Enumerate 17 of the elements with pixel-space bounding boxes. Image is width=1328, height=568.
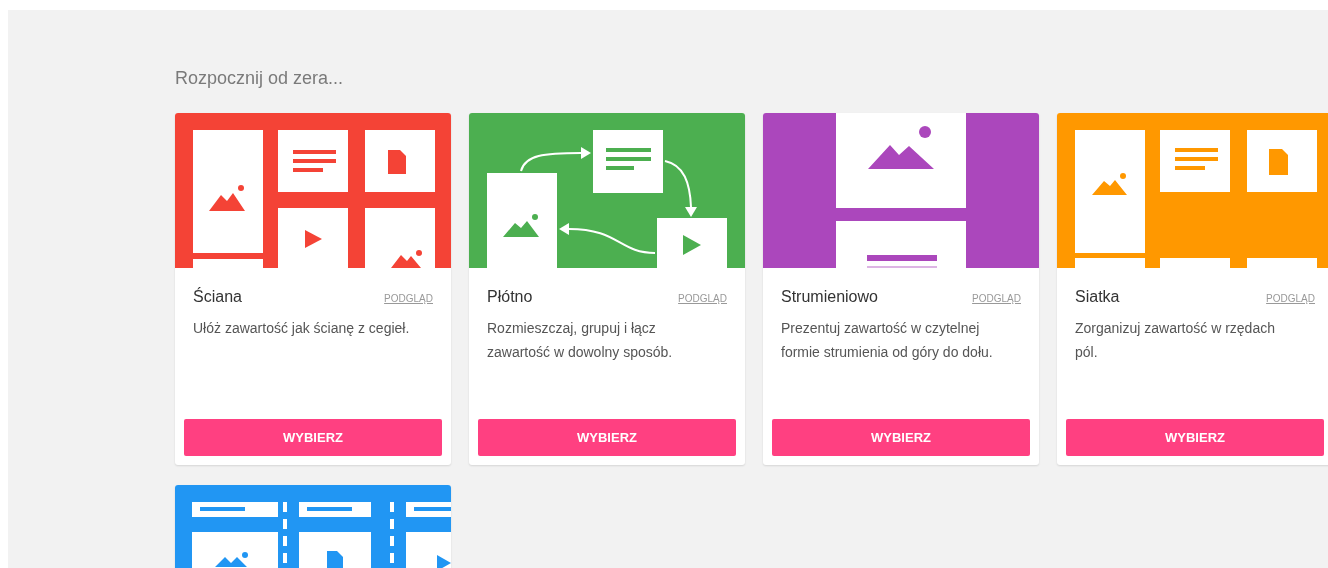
choose-button[interactable]: WYBIERZ	[184, 419, 442, 456]
preview-link[interactable]: PODGLĄD	[1266, 293, 1315, 304]
card-title: Ściana	[193, 288, 242, 306]
choose-button[interactable]: WYBIERZ	[478, 419, 736, 456]
preview-link[interactable]: PODGLĄD	[678, 293, 727, 304]
card-title: Siatka	[1075, 288, 1120, 306]
preview-link[interactable]: PODGLĄD	[972, 293, 1021, 304]
card-description: Ułóż zawartość jak ścianę z cegieł.	[193, 319, 411, 338]
section-heading: Rozpocznij od zera...	[175, 67, 345, 90]
choose-button[interactable]: WYBIERZ	[1066, 419, 1324, 456]
card-title: Płótno	[487, 288, 533, 306]
card-description: Rozmieszczaj, grupuj i łącz zawartość w dowolny sposób.	[487, 319, 674, 362]
card-description: Prezentuj zawartość w czytelnej formie strumienia od góry do dołu.	[781, 319, 994, 362]
preview-link[interactable]: PODGLĄD	[384, 293, 433, 304]
card-title: Strumieniowo	[781, 288, 878, 306]
choose-button[interactable]: WYBIERZ	[772, 419, 1030, 456]
card-description: Zorganizuj zawartość w rzędach pól.	[1075, 319, 1276, 362]
